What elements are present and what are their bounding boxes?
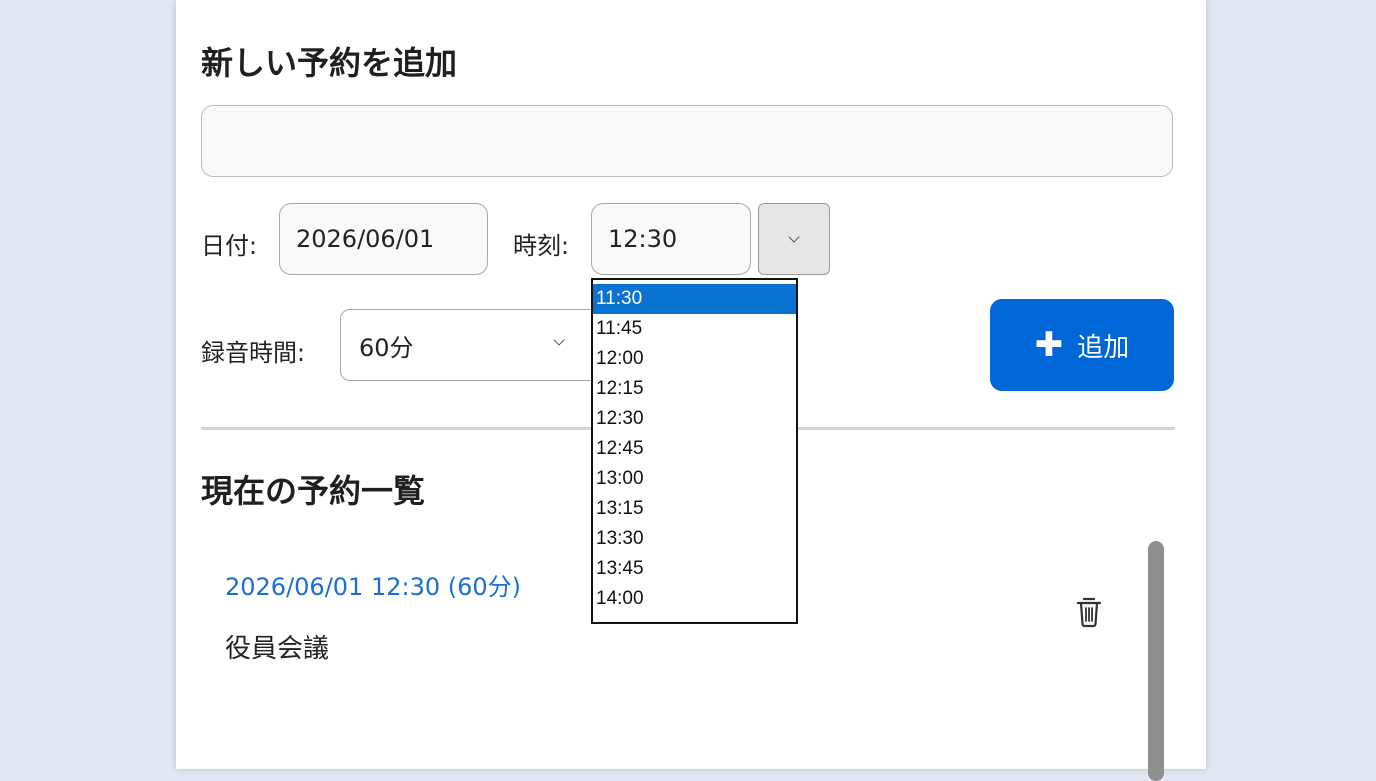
chevron-down-icon — [788, 231, 800, 243]
time-option[interactable]: 14:00 — [593, 584, 796, 614]
plus-icon: ✚ — [1034, 325, 1064, 365]
reservation-list-title: 現在の予約一覧 — [201, 472, 426, 510]
time-option[interactable]: 13:15 — [593, 494, 796, 524]
chevron-down-icon — [553, 334, 565, 346]
time-option[interactable]: 13:45 — [593, 554, 796, 584]
reservation-datetime: 2026/06/01 12:30 (60分) — [225, 573, 522, 601]
time-option[interactable]: 13:00 — [593, 464, 796, 494]
date-label: 日付: — [201, 232, 258, 260]
time-option[interactable]: 12:00 — [593, 344, 796, 374]
add-button-label: 追加 — [1077, 332, 1130, 363]
time-dropdown-toggle[interactable] — [758, 203, 830, 275]
reservation-name-input[interactable] — [201, 105, 1173, 177]
reservation-name: 役員会議 — [225, 634, 330, 664]
time-options-dropdown: 11:30 11:45 12:00 12:15 12:30 12:45 13:0… — [591, 278, 798, 624]
duration-label: 録音時間: — [201, 339, 306, 367]
time-value: 12:30 — [608, 225, 678, 253]
time-option[interactable]: 13:30 — [593, 524, 796, 554]
duration-value: 60分 — [359, 333, 414, 362]
time-input[interactable]: 12:30 — [591, 203, 751, 275]
add-reservation-button[interactable]: ✚ 追加 — [990, 299, 1174, 391]
trash-icon[interactable] — [1073, 595, 1105, 629]
time-option[interactable]: 12:15 — [593, 374, 796, 404]
add-reservation-title: 新しい予約を追加 — [201, 44, 458, 82]
time-option[interactable]: 12:30 — [593, 404, 796, 434]
time-option[interactable]: 11:45 — [593, 314, 796, 344]
time-option[interactable]: 11:30 — [593, 284, 796, 314]
date-input[interactable]: 2026/06/01 — [279, 203, 488, 275]
date-value: 2026/06/01 — [296, 225, 435, 253]
list-scrollbar[interactable] — [1148, 541, 1164, 781]
time-option[interactable]: 12:45 — [593, 434, 796, 464]
duration-select[interactable]: 60分 — [340, 309, 600, 381]
time-label: 時刻: — [513, 232, 570, 260]
